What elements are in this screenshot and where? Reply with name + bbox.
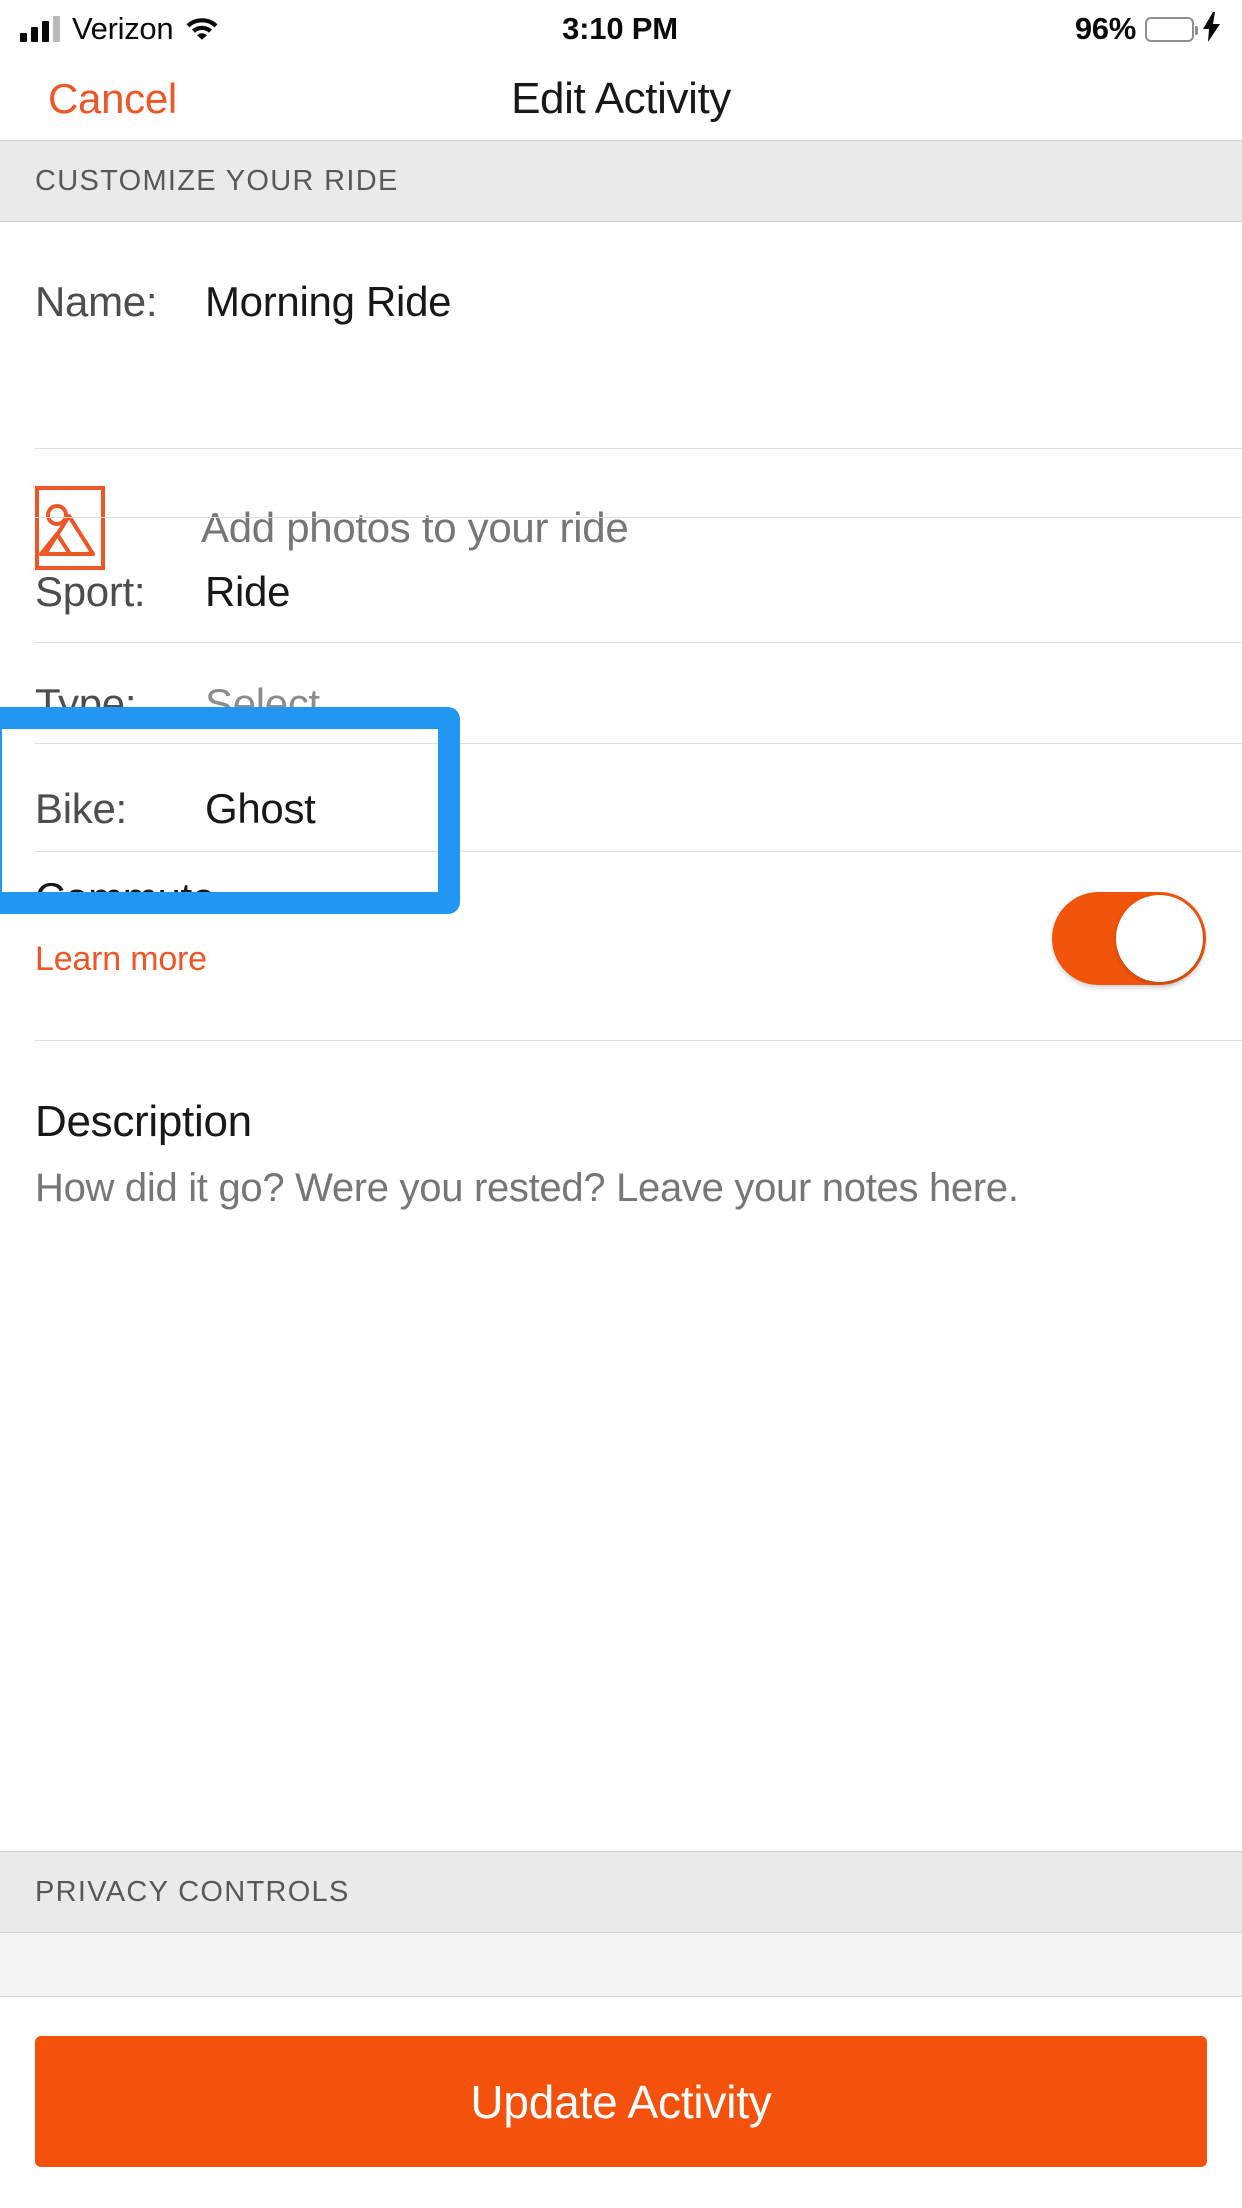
description-placeholder[interactable]: How did it go? Were you rested? Leave yo…	[35, 1166, 1019, 1211]
commute-label: Commute	[35, 874, 215, 921]
name-value[interactable]: Morning Ride	[205, 278, 451, 326]
name-label: Name:	[35, 278, 158, 325]
section-header-customize: CUSTOMIZE YOUR RIDE	[0, 140, 1242, 222]
row-name[interactable]: Name: Morning Ride	[0, 222, 1242, 382]
cellular-signal-icon	[20, 16, 60, 42]
carrier-name: Verizon	[72, 11, 174, 46]
status-bar: Verizon 3:10 PM 96%	[0, 0, 1242, 58]
sport-label: Sport:	[35, 568, 146, 615]
navigation-bar: Cancel Edit Activity	[0, 58, 1242, 140]
commute-toggle[interactable]	[1052, 892, 1206, 985]
bike-label: Bike:	[35, 785, 127, 832]
row-commute[interactable]: Commute Learn more	[0, 852, 1242, 1052]
battery-percent-label: 96%	[1074, 11, 1136, 46]
privacy-section-body	[0, 1933, 1242, 1997]
commute-toggle-knob	[1116, 895, 1203, 982]
row-description[interactable]: Description How did it go? Were you rest…	[0, 1041, 1242, 1391]
wifi-icon	[185, 14, 219, 45]
section-header-customize-label: CUSTOMIZE YOUR RIDE	[35, 164, 399, 197]
update-activity-button[interactable]: Update Activity	[35, 2036, 1207, 2167]
section-header-privacy: PRIVACY CONTROLS	[0, 1851, 1242, 1933]
battery-icon	[1145, 16, 1198, 42]
status-bar-clock: 3:10 PM	[562, 11, 678, 46]
section-header-privacy-label: PRIVACY CONTROLS	[35, 1875, 350, 1908]
footer-bar: Update Activity	[0, 1997, 1242, 2208]
description-title: Description	[35, 1097, 252, 1146]
lightning-bolt-icon	[1203, 11, 1220, 47]
page-title: Edit Activity	[511, 74, 731, 123]
type-value[interactable]: Select	[205, 680, 320, 728]
commute-learn-more-link[interactable]: Learn more	[35, 940, 215, 979]
status-bar-left: Verizon	[20, 11, 416, 47]
status-bar-right: 96%	[824, 11, 1220, 47]
sport-value[interactable]: Ride	[205, 568, 290, 616]
type-label: Type:	[35, 680, 137, 727]
bike-value[interactable]: Ghost	[205, 785, 316, 833]
